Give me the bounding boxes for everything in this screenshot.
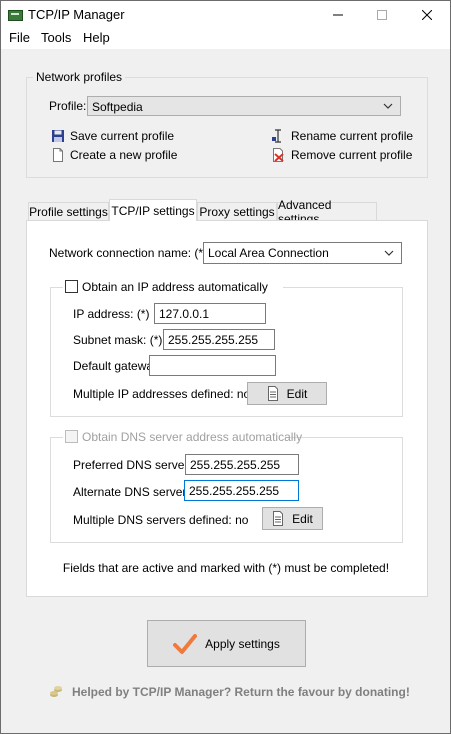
minimize-icon: [333, 14, 343, 16]
edit-ip-button[interactable]: Edit: [247, 382, 327, 405]
document-edit-icon: [267, 386, 278, 401]
default-gateway-input[interactable]: [149, 355, 276, 376]
tab-tcpip-settings[interactable]: TCP/IP settings: [109, 199, 197, 221]
coins-icon: [50, 686, 62, 697]
ip-address-label: IP address: (*): [73, 307, 150, 321]
checkmark-icon: [173, 633, 198, 654]
rename-profile-link[interactable]: Rename current profile: [291, 129, 413, 143]
window-title: TCP/IP Manager: [28, 7, 125, 22]
alternate-dns-input[interactable]: 255.255.255.255: [184, 480, 299, 501]
edit-dns-button[interactable]: Edit: [262, 507, 323, 530]
minimize-button[interactable]: [316, 1, 360, 29]
main-window: TCP/IP Manager File Tools Help Network p…: [0, 0, 451, 734]
profile-label: Profile:: [49, 99, 87, 113]
remove-document-icon: [273, 148, 284, 162]
obtain-ip-title: Obtain an IP address automatically: [63, 279, 283, 295]
chevron-down-icon: [383, 103, 393, 109]
subnet-mask-input[interactable]: 255.255.255.255: [163, 329, 275, 350]
multiple-dns-label: Multiple DNS servers defined: no: [73, 513, 249, 527]
menu-help[interactable]: Help: [83, 30, 110, 45]
network-profiles-group: [26, 77, 428, 178]
apply-settings-button[interactable]: Apply settings: [147, 620, 306, 667]
obtain-dns-label: Obtain DNS server address automatically: [82, 430, 303, 444]
obtain-ip-label: Obtain an IP address automatically: [82, 280, 268, 294]
maximize-button[interactable]: [360, 1, 404, 29]
donate-link[interactable]: Helped by TCP/IP Manager? Return the fav…: [72, 685, 410, 699]
connection-name-value: Local Area Connection: [208, 246, 329, 260]
edit-dns-label: Edit: [292, 511, 313, 526]
obtain-dns-title: Obtain DNS server address automatically: [63, 429, 302, 445]
menu-bar: File Tools Help: [1, 29, 450, 49]
connection-name-select[interactable]: Local Area Connection: [203, 242, 402, 264]
menu-file[interactable]: File: [9, 30, 30, 45]
close-button[interactable]: [405, 1, 449, 29]
tcpip-settings-panel: Network connection name: (*) Local Area …: [26, 220, 428, 597]
preferred-dns-input[interactable]: 255.255.255.255: [185, 454, 299, 475]
alternate-dns-label: Alternate DNS server:: [73, 485, 190, 499]
menu-tools[interactable]: Tools: [41, 30, 71, 45]
profile-select-value: Softpedia: [92, 100, 143, 114]
tab-profile-settings[interactable]: Profile settings: [28, 202, 109, 220]
apply-settings-label: Apply settings: [205, 636, 280, 651]
multiple-ip-label: Multiple IP addresses defined: no: [73, 387, 251, 401]
save-profile-link[interactable]: Save current profile: [70, 129, 174, 143]
preferred-dns-label: Preferred DNS server:: [73, 458, 192, 472]
connection-name-label: Network connection name: (*): [49, 246, 208, 260]
profile-select[interactable]: Softpedia: [87, 96, 401, 116]
tab-advanced-settings[interactable]: Advanced settings: [277, 198, 377, 226]
edit-ip-label: Edit: [286, 386, 308, 401]
document-edit-icon: [273, 511, 284, 526]
rename-cursor-icon: [272, 129, 281, 143]
create-profile-link[interactable]: Create a new profile: [70, 148, 177, 162]
new-document-icon: [53, 148, 63, 162]
close-icon: [422, 10, 432, 20]
chevron-down-icon: [384, 250, 394, 256]
obtain-dns-checkbox[interactable]: [65, 430, 78, 443]
tab-proxy-settings[interactable]: Proxy settings: [197, 202, 277, 220]
floppy-disk-icon: [52, 130, 64, 142]
network-card-icon: [8, 10, 23, 21]
required-fields-note: Fields that are active and marked with (…: [62, 561, 390, 575]
ip-address-input[interactable]: 127.0.0.1: [154, 303, 266, 324]
title-bar[interactable]: TCP/IP Manager: [1, 1, 450, 29]
network-profiles-title: Network profiles: [33, 70, 126, 84]
remove-profile-link[interactable]: Remove current profile: [291, 148, 412, 162]
obtain-ip-checkbox[interactable]: [65, 280, 78, 293]
maximize-icon: [377, 10, 387, 20]
subnet-mask-label: Subnet mask: (*): [73, 333, 163, 347]
